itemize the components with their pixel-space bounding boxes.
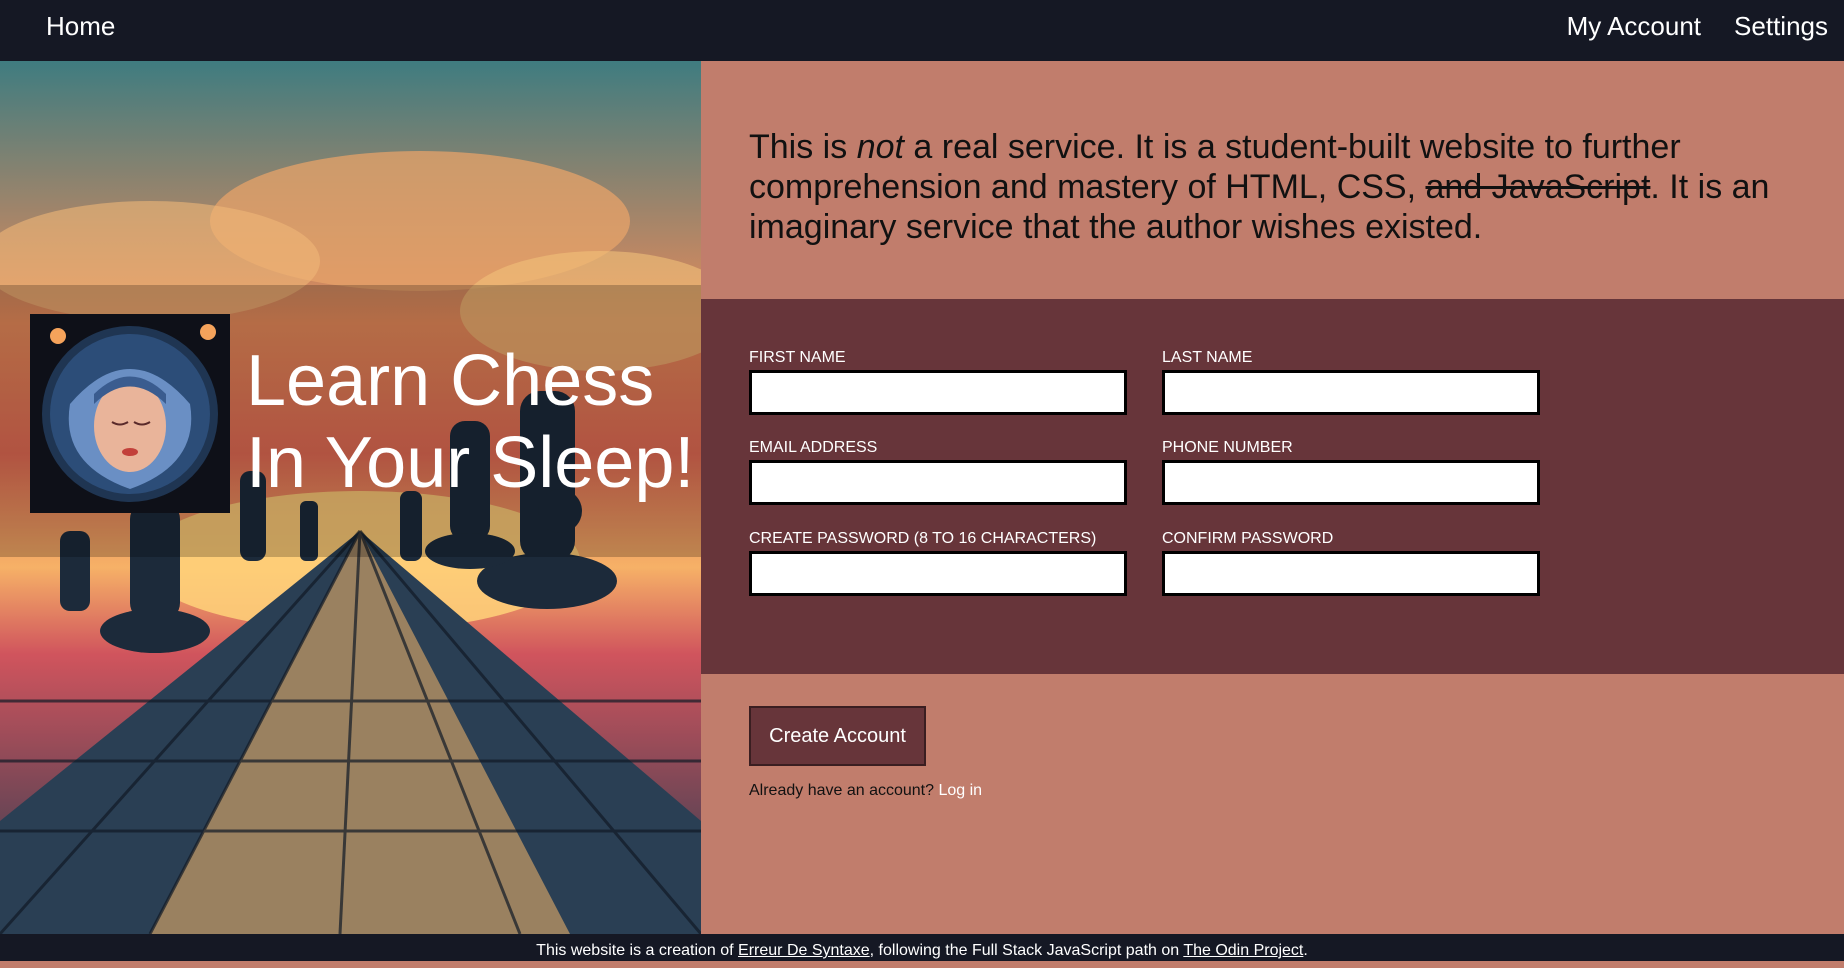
phone-input[interactable]: [1162, 460, 1540, 505]
last-name-field-group: LAST NAME: [1162, 349, 1540, 415]
confirm-password-label: CONFIRM PASSWORD: [1162, 530, 1334, 547]
signup-form-panel: FIRST NAME LAST NAME EMAIL ADDRESS PHONE…: [701, 299, 1844, 674]
disclaimer-text: This is not a real service. It is a stud…: [749, 127, 1809, 247]
email-label: EMAIL ADDRESS: [749, 439, 878, 456]
email-input[interactable]: [749, 460, 1127, 505]
intro-panel: This is not a real service. It is a stud…: [701, 61, 1844, 299]
last-name-input[interactable]: [1162, 370, 1540, 415]
disclaimer-part1: This is: [749, 128, 857, 166]
last-name-label: LAST NAME: [1162, 349, 1253, 366]
confirm-password-input[interactable]: [1162, 551, 1540, 596]
phone-label: PHONE NUMBER: [1162, 439, 1293, 456]
nav-my-account-link[interactable]: My Account: [1567, 11, 1701, 42]
first-name-field-group: FIRST NAME: [749, 349, 1127, 415]
footer-author-link[interactable]: Erreur De Syntaxe: [738, 942, 870, 959]
hero-title-line1: Learn Chess: [246, 341, 655, 421]
top-navigation: Home My Account Settings: [0, 0, 1844, 61]
hero-image: Learn Chess In Your Sleep!: [0, 61, 701, 934]
footer-odin-project-link[interactable]: The Odin Project: [1183, 942, 1303, 959]
password-label: CREATE PASSWORD (8 TO 16 CHARACTERS): [749, 530, 1097, 547]
footer-prefix: This website is a creation of: [536, 942, 739, 959]
login-link[interactable]: Log in: [938, 782, 982, 799]
nav-right-group: My Account Settings: [1567, 11, 1828, 42]
email-field-group: EMAIL ADDRESS: [749, 439, 1127, 505]
disclaimer-struck: and JavaScript: [1425, 168, 1651, 206]
footer-suffix: .: [1303, 942, 1308, 959]
hero-title: Learn Chess In Your Sleep!: [246, 340, 701, 504]
footer: This website is a creation of Erreur De …: [0, 934, 1844, 961]
password-field-group: CREATE PASSWORD (8 TO 16 CHARACTERS): [749, 530, 1127, 596]
confirm-password-field-group: CONFIRM PASSWORD: [1162, 530, 1540, 596]
nav-settings-link[interactable]: Settings: [1734, 11, 1828, 42]
nav-home-link[interactable]: Home: [46, 11, 115, 42]
form-actions: Create Account Already have an account? …: [701, 674, 1844, 934]
login-prompt: Already have an account? Log in: [749, 782, 982, 800]
create-account-button[interactable]: Create Account: [749, 706, 926, 766]
hero-title-line2: In Your Sleep!: [246, 423, 695, 503]
phone-field-group: PHONE NUMBER: [1162, 439, 1540, 505]
login-prompt-text: Already have an account?: [749, 782, 935, 799]
disclaimer-emphasis: not: [856, 128, 904, 166]
sleeping-woman-avatar-icon: [30, 314, 230, 513]
first-name-label: FIRST NAME: [749, 349, 846, 366]
footer-middle: , following the Full Stack JavaScript pa…: [869, 942, 1184, 959]
password-input[interactable]: [749, 551, 1127, 596]
first-name-input[interactable]: [749, 370, 1127, 415]
